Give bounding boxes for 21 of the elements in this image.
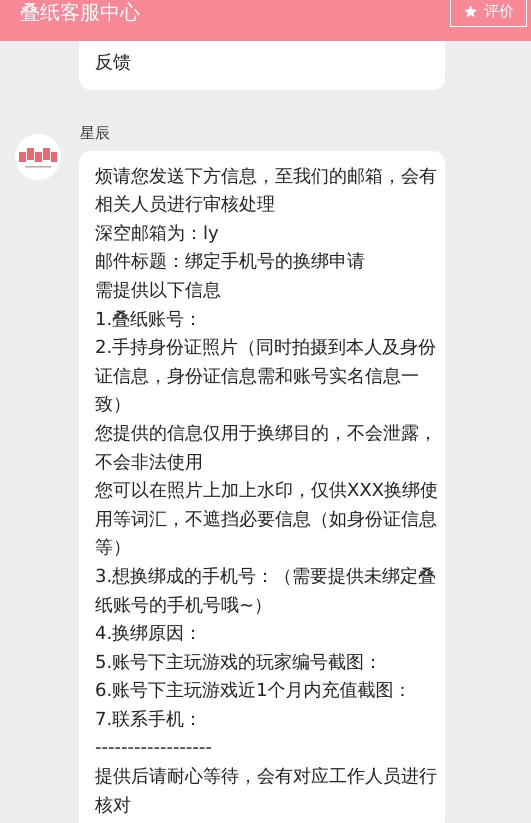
message-text: 您提供的信息仅用于换绑目的，不会泄露，不会非法使用 <box>95 422 438 475</box>
message-text: 5.账号下主玩游戏的玩家编号截图： <box>95 650 384 675</box>
message-text: 需提供以下信息 <box>95 278 222 303</box>
message-text: 3.想换绑成的手机号：（需要提供未绑定叠纸账号的手机号哦~） <box>95 564 438 618</box>
message-text: 烦请您发送下方信息，至我们的邮箱，会有相关人员进行审核处理 <box>95 164 438 218</box>
message-text: 7.联系手机： <box>95 708 204 732</box>
star-icon <box>463 4 478 18</box>
avatar-logo-icon <box>15 134 61 180</box>
message-text: ------------------ <box>95 736 213 760</box>
rate-button[interactable]: 评价 <box>450 0 527 27</box>
sender-name: 星辰 <box>80 124 111 143</box>
message-text: 邮件标题：绑定手机号的换绑申请 <box>95 250 366 274</box>
message-text: 2.手持身份证照片（同时拍摄到本人及身份证信息，身份证信息需和账号实名信息一致） <box>95 336 438 418</box>
message-text: 反馈 <box>95 51 132 75</box>
message-text: 您可以在照片上加上水印，仅供XXX换绑使用等词汇，不遮挡必要信息（如身份证信息等） <box>95 479 439 560</box>
message-text: 4.换绑原因： <box>95 622 204 646</box>
page-title: 叠纸客服中心 <box>20 0 140 23</box>
message-text: 6.账号下主玩游戏近1个月内充值截图： <box>95 679 413 704</box>
message-text: 1.叠纸账号： <box>95 308 204 332</box>
message-text: 提供后请耐心等待，会有对应工作人员进行核对 <box>95 765 438 818</box>
message-text: 深空邮箱为：ly <box>95 222 220 246</box>
